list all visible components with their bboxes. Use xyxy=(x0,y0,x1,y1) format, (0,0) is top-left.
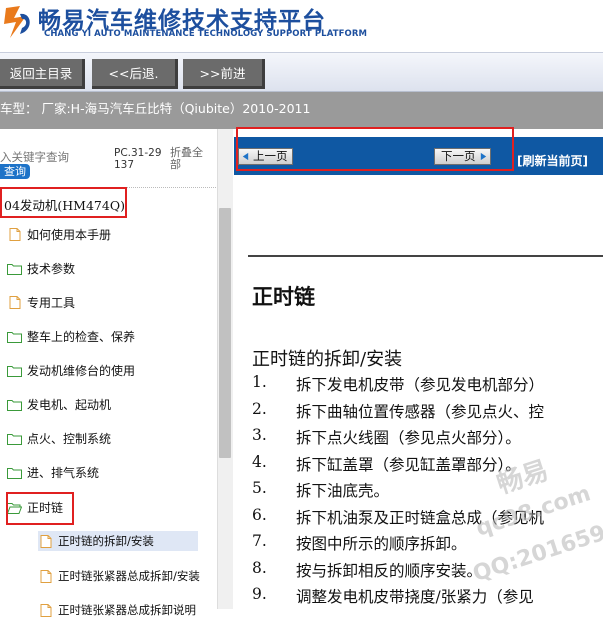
step-text: 调整发电机皮带挠度/张紧力（参见 xyxy=(296,588,534,606)
scrollbar-thumb[interactable] xyxy=(219,208,231,458)
forward-button[interactable]: >>前进 xyxy=(183,59,265,89)
step-number: 4. xyxy=(252,452,267,471)
refresh-link[interactable]: [刷新当前页] xyxy=(517,152,588,169)
folder-icon xyxy=(7,330,22,343)
tree-subitem[interactable]: 正时链的拆卸/安装 xyxy=(38,531,198,551)
tree-item-label: 点火、控制系统 xyxy=(27,431,112,446)
model-bar: 车型： 厂家:H-海马汽车丘比特（Qiubite）2010-2011 xyxy=(0,92,603,129)
tree-subitem-label: 正时链张紧器总成拆卸说明 xyxy=(58,603,196,617)
tree-item[interactable]: 进、排气系统 xyxy=(7,462,99,482)
arrow-left-icon xyxy=(242,152,249,161)
step-number: 5. xyxy=(252,479,267,497)
procedure-steps: 1. 拆下发电机皮带（参见发电机部分） 2. 拆下曲轴位置传感器（参见点火、控 3. 拆下… xyxy=(252,373,603,609)
procedure-step: 9. 调整发电机皮带挠度/张紧力（参见 xyxy=(252,585,603,609)
tree-item-label: 专用工具 xyxy=(27,295,76,310)
step-number: 6. xyxy=(252,505,267,524)
step-number: 1. xyxy=(252,373,267,391)
folder-icon xyxy=(7,262,22,275)
tree-root[interactable]: 04发动机(HM474Q) xyxy=(4,195,125,214)
tree-item[interactable]: 发电机、起动机 xyxy=(7,394,111,414)
pc-code: PC.31-29137 xyxy=(114,147,162,171)
procedure-step: 3. 拆下点火线圈（参见点火部分）。 xyxy=(252,426,603,453)
tree-subitem-label: 正时链张紧器总成拆卸/安装 xyxy=(58,569,200,583)
top-navigation: 返回主目录 <<后退. >>前进 xyxy=(0,52,603,92)
folder-icon xyxy=(7,364,22,377)
procedure-step: 2. 拆下曲轴位置传感器（参见点火、控 xyxy=(252,400,603,427)
tree-subitem[interactable]: 正时链张紧器总成拆卸/安装 xyxy=(38,566,200,586)
step-number: 3. xyxy=(252,426,267,444)
query-button[interactable]: 查询 xyxy=(0,164,30,179)
procedure-step: 4. 拆下缸盖罩（参见缸盖罩部分）。 xyxy=(252,453,603,480)
tree-item[interactable]: 发动机维修台的使用 xyxy=(7,360,135,380)
document-icon xyxy=(7,227,22,241)
step-text: 拆下发电机皮带（参见发电机部分） xyxy=(296,376,545,394)
next-page-button[interactable]: 下一页 xyxy=(434,148,491,165)
step-text: 拆下缸盖罩（参见缸盖罩部分）。 xyxy=(296,455,521,474)
step-text: 按图中所示的顺序拆卸。 xyxy=(296,535,467,553)
step-number: 8. xyxy=(252,558,267,577)
document-icon xyxy=(38,569,53,583)
tree-item[interactable]: 整车上的检查、保养 xyxy=(7,326,135,346)
prev-page-label: 上一页 xyxy=(253,149,288,163)
prev-page-button[interactable]: 上一页 xyxy=(238,148,293,165)
tree-subitem-label: 正时链的拆卸/安装 xyxy=(58,534,154,548)
step-text: 拆下点火线圈（参见点火部分）。 xyxy=(296,429,521,447)
step-number: 9. xyxy=(252,585,267,603)
document-icon xyxy=(7,295,22,309)
folder-icon xyxy=(7,398,22,411)
step-text: 拆下油底壳。 xyxy=(296,482,390,500)
content-panel: 上一页 下一页 [刷新当前页] 正时链 正时链的拆卸/安装 1. 拆下发电机皮带（… xyxy=(234,129,603,609)
app-logo xyxy=(4,6,30,38)
tree-item-label: 发电机、起动机 xyxy=(27,397,112,412)
tree-item[interactable]: 技术参数 xyxy=(7,258,75,278)
left-panel: 入关键字查询 查询 PC.31-29137 折叠全部 04发动机(HM474Q)… xyxy=(0,129,233,617)
tree-item[interactable]: 正时链 xyxy=(6,497,64,517)
tree-item-label: 进、排气系统 xyxy=(27,465,100,480)
folder-icon xyxy=(7,432,22,445)
next-page-label: 下一页 xyxy=(441,149,476,163)
document-icon xyxy=(38,603,53,617)
tree-item[interactable]: 点火、控制系统 xyxy=(7,428,111,448)
document-subtitle: 正时链的拆卸/安装 xyxy=(252,349,403,370)
search-input[interactable]: 入关键字查询 xyxy=(0,149,69,165)
app-header: 畅易汽车维修技术支持平台 CHANG YI AUTO MAINTENANCE T… xyxy=(0,0,603,52)
back-button[interactable]: <<后退. xyxy=(92,59,178,89)
tree-item[interactable]: 专用工具 xyxy=(7,292,75,312)
tree-item[interactable]: 如何使用本手册 xyxy=(7,224,111,244)
tree-item-label: 整车上的检查、保养 xyxy=(27,329,136,344)
folder-open-icon xyxy=(6,501,23,514)
step-text: 拆下曲轴位置传感器（参见点火、控 xyxy=(296,402,545,421)
home-button[interactable]: 返回主目录 xyxy=(0,59,85,89)
folder-icon xyxy=(7,466,22,479)
tree-item-label: 发动机维修台的使用 xyxy=(27,363,136,378)
document-divider xyxy=(248,255,603,257)
brand-subtitle: CHANG YI AUTO MAINTENANCE TECHNOLOGY SUP… xyxy=(44,29,368,39)
procedure-step: 1. 拆下发电机皮带（参见发电机部分） xyxy=(252,373,603,400)
document-icon xyxy=(38,534,53,548)
tree-item-label: 技术参数 xyxy=(27,261,76,276)
tree-item-label: 正时链 xyxy=(27,500,64,515)
tree-item-label: 如何使用本手册 xyxy=(27,227,112,242)
step-number: 7. xyxy=(252,532,267,550)
arrow-right-icon xyxy=(480,152,486,161)
collapse-all-link[interactable]: 折叠全部 xyxy=(170,147,212,171)
step-number: 2. xyxy=(252,399,267,418)
step-text: 按与拆卸相反的顺序安装。 xyxy=(296,561,483,580)
tree-subitem[interactable]: 正时链张紧器总成拆卸说明 xyxy=(38,600,196,620)
document-title: 正时链 xyxy=(252,285,315,309)
divider xyxy=(0,187,216,188)
